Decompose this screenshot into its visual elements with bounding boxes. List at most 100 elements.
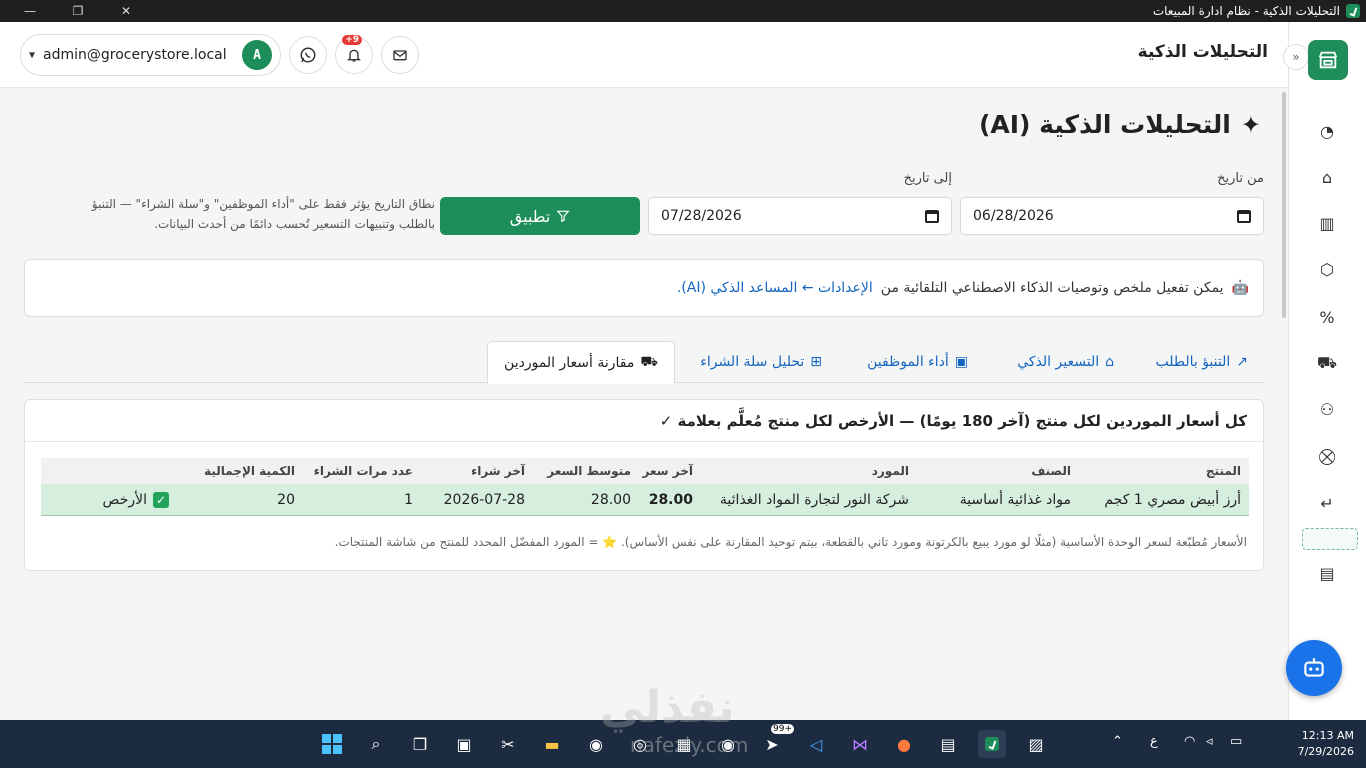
col-last-price: آخر سعر [642, 464, 693, 478]
sales-app-button[interactable] [978, 730, 1006, 758]
cart-icon: ⛒ [1318, 447, 1336, 466]
window-titlebar: التحليلات الذكية - نظام ادارة المبيعات —… [0, 0, 1366, 22]
tab-supplier-price-comparison[interactable]: ⛟ مقارنة أسعار الموردين [487, 341, 675, 384]
chrome-icon: ◉ [589, 734, 603, 754]
tab-smart-pricing[interactable]: ⌂ التسعير الذكي [1017, 341, 1114, 383]
app-icon [1346, 4, 1360, 18]
from-date-input[interactable]: 06/28/2026 [960, 197, 1264, 235]
restore-button[interactable]: ❐ [54, 4, 102, 18]
settings-link[interactable]: الإعدادات ← المساعد الذكي (AI). [677, 280, 873, 296]
info-text: يمكن تفعيل ملخص وتوصيات الذكاء الاصطناعي… [880, 280, 1224, 296]
whatsapp-button[interactable] [289, 36, 327, 74]
chat-icon: ▣ [456, 734, 472, 754]
robot-icon: 🤖 [1231, 280, 1249, 296]
sidebar-item-tags[interactable]: ⌂ [1314, 164, 1340, 190]
ai-info-alert: 🤖 يمكن تفعيل ملخص وتوصيات الذكاء الاصطنا… [24, 259, 1264, 317]
tag-icon: ⌂ [1105, 354, 1114, 370]
store-icon [1318, 51, 1338, 69]
ai-assistant-button[interactable] [1286, 640, 1342, 696]
top-header: ▼ admin@grocerystore.local A +9 التحليلا… [0, 22, 1288, 88]
return-icon: ↵ [1320, 493, 1334, 513]
scrollbar-thumb[interactable] [1282, 92, 1286, 318]
tray-chevron-up-icon[interactable]: ⌃ [1112, 734, 1123, 749]
hint-line-2: بالطلب وتنبيهات التسعير تُحسب دائمًا من … [154, 217, 435, 231]
card-heading: كل أسعار الموردين لكل منتج (آخر 180 يومً… [25, 400, 1263, 442]
gauge-icon: ◔ [1320, 121, 1334, 141]
sidebar-collapse-button[interactable]: » [1283, 44, 1309, 70]
tab-basket-analysis[interactable]: ⊞ تحليل سلة الشراء [700, 341, 822, 383]
calendar-icon[interactable] [925, 209, 939, 223]
sparkle-icon: ✦ [1240, 110, 1261, 139]
sidebar-item-purchases[interactable]: ⛒ [1314, 444, 1340, 470]
vscode-icon: ◁ [809, 734, 823, 754]
tray-language[interactable]: ع [1150, 734, 1158, 749]
tab-demand-forecast[interactable]: ↗ التنبؤ بالطلب [1155, 341, 1248, 383]
notifications-button[interactable]: +9 [335, 35, 373, 74]
system-clock[interactable]: 12:13 AM 7/29/2026 [1298, 728, 1354, 760]
tab-employee-performance[interactable]: ▣ أداء الموظفين [867, 341, 968, 383]
teams-button[interactable]: ▣ [450, 730, 478, 758]
docker-icon: ▤ [940, 734, 956, 754]
close-button[interactable]: ✕ [102, 4, 150, 18]
sidebar-item-suppliers[interactable]: ⛟ [1314, 350, 1340, 376]
apply-button-label: تطبيق [509, 206, 551, 226]
sidebar-item-discounts[interactable]: % [1314, 304, 1340, 330]
sidebar-item-active-analytics[interactable] [1302, 528, 1358, 550]
cell-last-price: 28.00 [648, 491, 693, 508]
folder-icon: ▬ [544, 734, 560, 754]
snipping-button[interactable]: ✂ [494, 730, 522, 758]
calendar-icon[interactable] [1237, 209, 1251, 223]
minimize-button[interactable]: — [6, 4, 54, 18]
vs-button[interactable]: ⋈ [846, 730, 874, 758]
sidebar-item-users[interactable]: ⚇ [1314, 396, 1340, 422]
window-controls: — ❐ ✕ [6, 4, 150, 18]
search-button[interactable]: ⌕ [362, 730, 390, 758]
user-menu[interactable]: ▼ admin@grocerystore.local A [20, 34, 281, 76]
sidebar-item-barcode[interactable]: ▥ [1314, 210, 1340, 236]
date-range-hint: نطاق التاريخ يؤثر فقط على "أداء الموظفين… [50, 194, 435, 234]
to-date-input[interactable]: 07/28/2026 [648, 197, 952, 235]
paint-button[interactable]: ▨ [1022, 730, 1050, 758]
messages-button[interactable] [381, 36, 419, 74]
from-date-label: من تاريخ [1217, 171, 1264, 186]
cell-product: أرز أبيض مصري 1 كجم [1104, 491, 1241, 508]
sidebar-item-reports[interactable]: ▤ [1314, 560, 1340, 586]
telegram-badge: 99+ [771, 724, 794, 734]
apply-button[interactable]: تطبيق [440, 197, 640, 235]
battery-icon[interactable]: ▭ [1230, 734, 1242, 749]
clock-date: 7/29/2026 [1297, 745, 1354, 758]
from-date-value: 06/28/2026 [973, 208, 1054, 224]
task-view-button[interactable]: ❐ [406, 730, 434, 758]
task-view-icon: ❐ [412, 734, 428, 754]
table-row[interactable]: أرز أبيض مصري 1 كجم مواد غذائية أساسية ش… [41, 484, 1249, 516]
tab-label: تحليل سلة الشراء [700, 354, 805, 370]
sidebar-item-returns[interactable]: ↵ [1314, 490, 1340, 516]
start-button[interactable] [318, 730, 346, 758]
page-scrollbar[interactable] [1280, 88, 1288, 720]
volume-icon[interactable]: ◃ [1206, 734, 1213, 749]
telegram-icon: ➤ [765, 734, 779, 754]
users-icon: ⚇ [1319, 399, 1335, 419]
table-footnote: الأسعار مُطبّعة لسعر الوحدة الأساسية (مث… [334, 535, 1247, 549]
cell-cheapest: ✓ الأرخص [103, 484, 169, 515]
robot-icon [1304, 658, 1324, 677]
chart-line-icon: ↗ [1236, 354, 1248, 370]
page-title: التحليلات الذكية (AI) [978, 110, 1231, 139]
sidebar-item-products[interactable]: ⬡ [1314, 256, 1340, 282]
store-logo[interactable] [1308, 40, 1348, 80]
cell-avg-price: 28.00 [590, 491, 631, 508]
sidebar-item-dashboard[interactable]: ◔ [1314, 118, 1340, 144]
avatar: A [242, 40, 272, 70]
postman-button[interactable]: ● [890, 730, 918, 758]
window-title: التحليلات الذكية - نظام ادارة المبيعات [1152, 4, 1340, 18]
vscode-button[interactable]: ◁ [802, 730, 830, 758]
docker-button[interactable]: ▤ [934, 730, 962, 758]
explorer-button[interactable]: ▬ [538, 730, 566, 758]
cell-category: مواد غذائية أساسية [959, 491, 1071, 508]
chrome-profile-button[interactable]: ◉ [582, 730, 610, 758]
chevron-down-icon: ▼ [29, 49, 36, 61]
truck-icon: ⛟ [640, 353, 658, 370]
telegram-button[interactable]: ➤ 99+ [758, 724, 794, 758]
postman-icon: ● [897, 734, 911, 754]
wifi-icon[interactable]: ◠ [1184, 734, 1195, 749]
